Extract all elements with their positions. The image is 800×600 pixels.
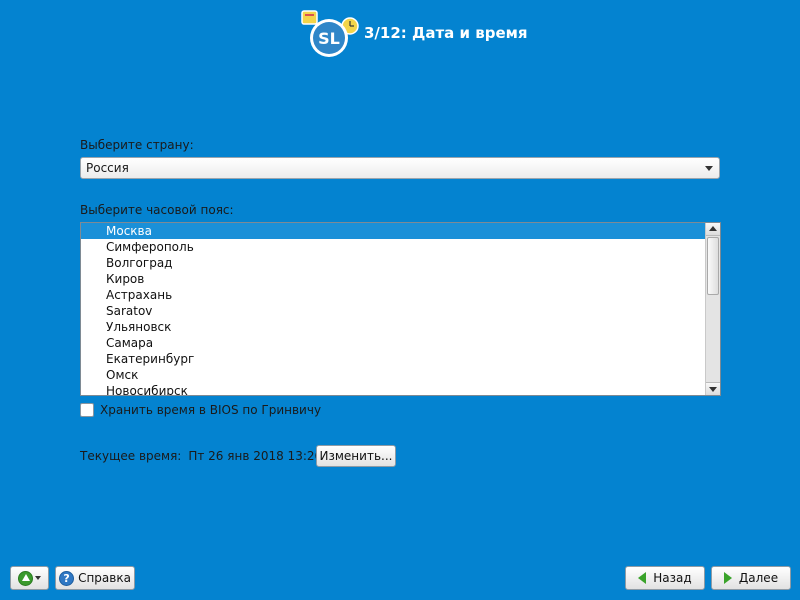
next-label: Далее: [738, 571, 779, 585]
timezone-list-item[interactable]: Омск: [81, 367, 705, 383]
timezone-list-item[interactable]: Новосибирск: [81, 383, 705, 395]
next-button[interactable]: Далее: [711, 566, 791, 590]
timezone-scrollbar[interactable]: [705, 223, 720, 395]
bios-utc-row: Хранить время в BIOS по Гринвичу: [80, 403, 321, 417]
timezone-list-item[interactable]: Волгоград: [81, 255, 705, 271]
country-selected-value: Россия: [86, 161, 129, 175]
help-label: Справка: [78, 571, 131, 585]
scroll-up-button[interactable]: [706, 223, 720, 236]
help-icon: ?: [59, 570, 75, 586]
language-menu-button[interactable]: [10, 566, 49, 590]
timezone-list-item[interactable]: Ульяновск: [81, 319, 705, 335]
green-circle-up-icon: [18, 570, 33, 586]
caret-down-icon: [35, 576, 41, 580]
timezone-list-items: Москва Симферополь Волгоград Киров Астрахань…: [81, 223, 705, 395]
arrow-down-icon: [709, 387, 717, 392]
arrow-right-icon: [723, 572, 732, 584]
timezone-list-item[interactable]: Самара: [81, 335, 705, 351]
timezone-list-item[interactable]: Saratov: [81, 303, 705, 319]
timezone-label: Выберите часовой пояс:: [80, 203, 234, 217]
country-label: Выберите страну:: [80, 138, 194, 152]
current-time-label: Текущее время:: [80, 449, 182, 463]
help-button[interactable]: ? Справка: [55, 566, 135, 590]
timezone-list-item[interactable]: Москва: [81, 223, 705, 239]
back-label: Назад: [653, 571, 692, 585]
change-time-button[interactable]: Изменить...: [316, 445, 396, 467]
arrow-left-icon: [638, 572, 647, 584]
timezone-list-item[interactable]: Киров: [81, 271, 705, 287]
current-time-row: Текущее время: Пт 26 янв 2018 13:26:10: [80, 445, 341, 467]
timezone-list[interactable]: Москва Симферополь Волгоград Киров Астрахань…: [80, 222, 721, 396]
logo-text: SL: [318, 29, 340, 48]
bios-utc-checkbox[interactable]: [80, 403, 94, 417]
bios-utc-label: Хранить время в BIOS по Гринвичу: [100, 403, 322, 417]
scroll-down-button[interactable]: [706, 382, 720, 395]
arrow-up-icon: [709, 226, 717, 231]
installer-header: SL 3/12: Дата и время: [300, 8, 528, 60]
timezone-list-item[interactable]: Симферополь: [81, 239, 705, 255]
chevron-down-icon: [705, 166, 713, 171]
page-title: 3/12: Дата и время: [364, 24, 528, 42]
back-button[interactable]: Назад: [625, 566, 705, 590]
timezone-list-item[interactable]: Екатеринбург: [81, 351, 705, 367]
scroll-thumb[interactable]: [707, 237, 719, 295]
country-combobox[interactable]: Россия: [80, 157, 720, 179]
sl-logo: SL: [300, 8, 362, 60]
timezone-list-item[interactable]: Астрахань: [81, 287, 705, 303]
